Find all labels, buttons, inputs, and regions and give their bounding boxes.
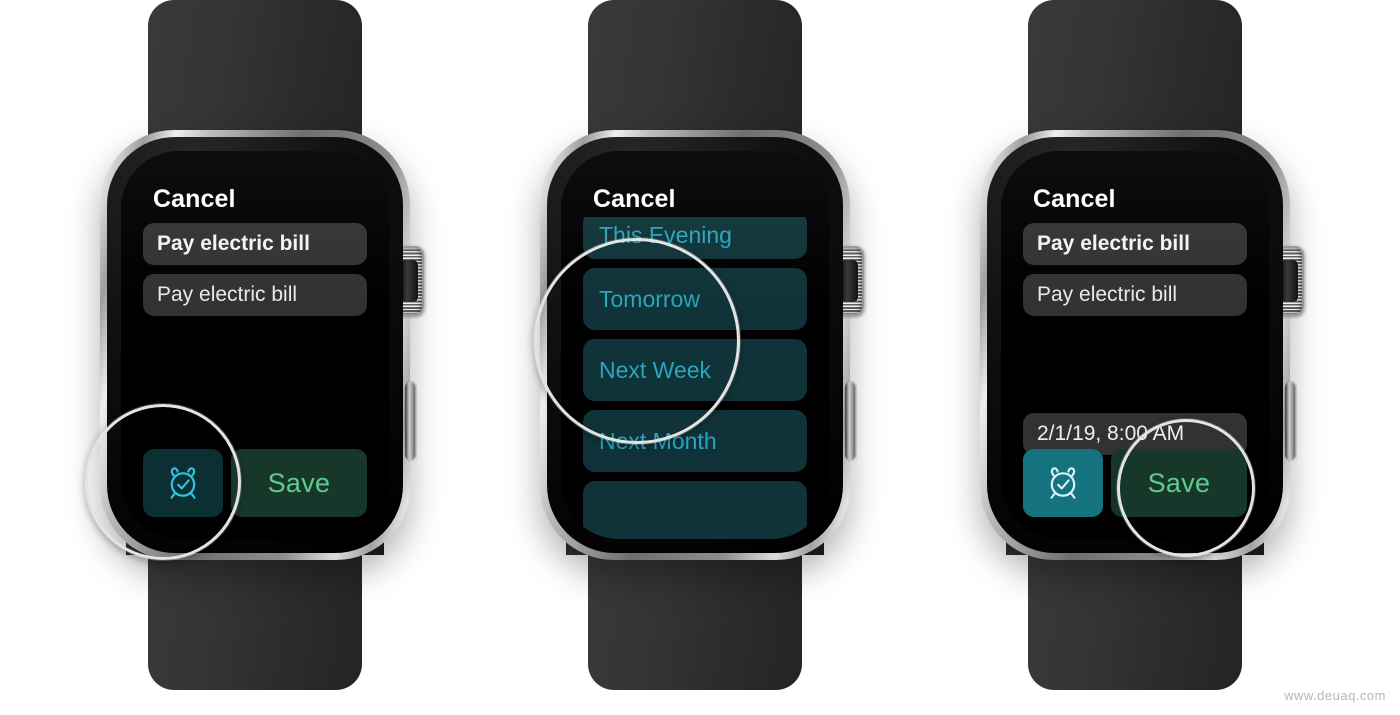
action-row-1: Save [143,449,367,517]
cancel-button[interactable]: Cancel [1033,185,1116,214]
reminder-notes-field[interactable]: Pay electric bill [143,274,367,316]
side-button[interactable] [405,382,415,460]
apple-watch-device-1: Cancel Pay electric bill Pay electric bi… [65,0,445,715]
watch-case-inner-3: Cancel Pay electric bill Pay electric bi… [987,137,1283,553]
reminder-title-field[interactable]: Pay electric bill [1023,223,1247,265]
cancel-button[interactable]: Cancel [593,185,676,214]
tutorial-screenshot: Cancel Pay electric bill Pay electric bi… [0,0,1400,715]
watch-display-2: This Evening Tomorrow Next Week Next Mon… [561,151,829,539]
date-option-list[interactable]: This Evening Tomorrow Next Week Next Mon… [583,211,807,539]
watch-display-1: Cancel Pay electric bill Pay electric bi… [121,151,389,539]
watch-case-2: This Evening Tomorrow Next Week Next Mon… [540,130,864,560]
apple-watch-device-2: This Evening Tomorrow Next Week Next Mon… [505,0,885,715]
picker-option-this-evening[interactable]: This Evening [583,211,807,259]
watch-case-inner-1: Cancel Pay electric bill Pay electric bi… [107,137,403,553]
apple-watch-device-3: Cancel Pay electric bill Pay electric bi… [945,0,1325,715]
picker-option-next-week[interactable]: Next Week [583,339,807,401]
date-picker-screen-2: This Evening Tomorrow Next Week Next Mon… [561,151,829,539]
cancel-button[interactable]: Cancel [153,185,236,214]
watch-case-3: Cancel Pay electric bill Pay electric bi… [980,130,1304,560]
side-button[interactable] [845,382,855,460]
save-button[interactable]: Save [1111,449,1247,517]
alarm-check-icon [163,463,203,503]
alarm-button[interactable] [143,449,223,517]
side-button[interactable] [1285,382,1295,460]
watch-case-1: Cancel Pay electric bill Pay electric bi… [100,130,424,560]
reminder-title-field[interactable]: Pay electric bill [143,223,367,265]
reminder-detail-screen-3: Cancel Pay electric bill Pay electric bi… [1001,151,1269,539]
alarm-button[interactable] [1023,449,1103,517]
reminder-detail-screen-1: Cancel Pay electric bill Pay electric bi… [121,151,389,539]
alarm-check-icon [1043,463,1083,503]
reminder-fields-1: Pay electric bill Pay electric bill [143,223,367,325]
action-row-3: Save [1023,449,1247,517]
picker-option-tomorrow[interactable]: Tomorrow [583,268,807,330]
watch-case-inner-2: This Evening Tomorrow Next Week Next Mon… [547,137,843,553]
watch-display-3: Cancel Pay electric bill Pay electric bi… [1001,151,1269,539]
reminder-fields-3: Pay electric bill Pay electric bill [1023,223,1247,325]
site-watermark: www.deuaq.com [1284,688,1386,703]
save-button[interactable]: Save [231,449,367,517]
picker-option-next-month[interactable]: Next Month [583,410,807,472]
picker-option-extra[interactable] [583,481,807,539]
reminder-notes-field[interactable]: Pay electric bill [1023,274,1247,316]
